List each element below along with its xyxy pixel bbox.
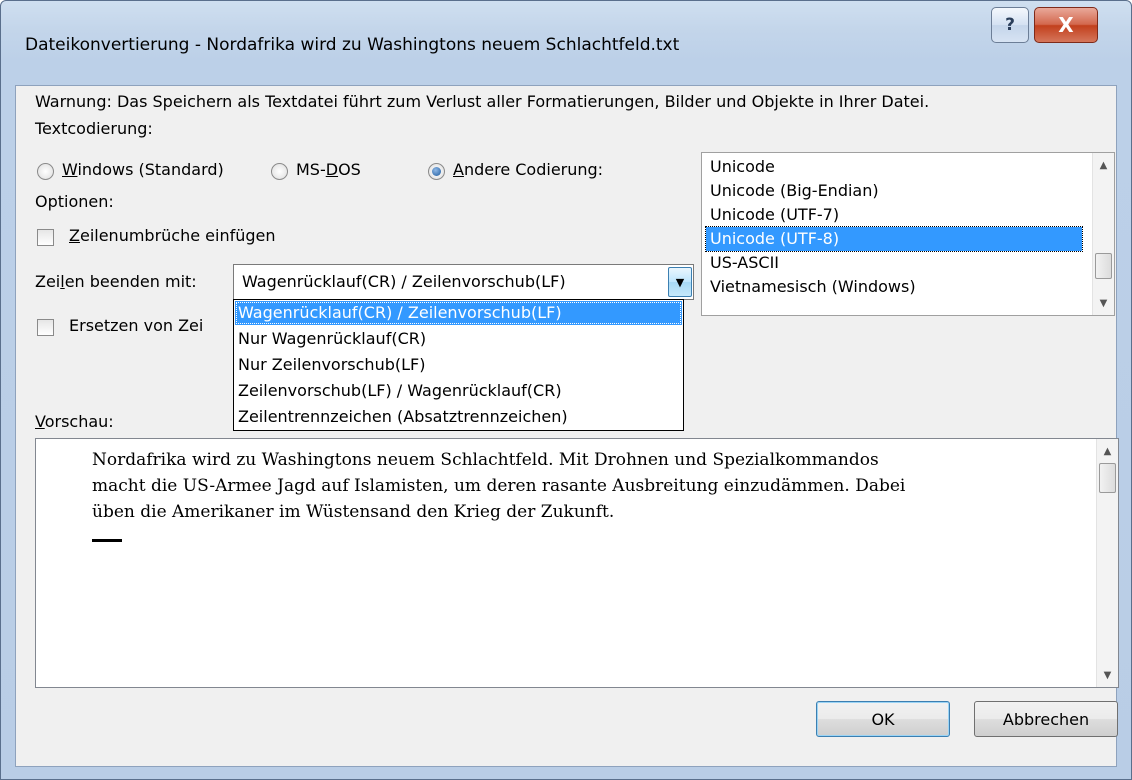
encoding-list-item[interactable]: Vietnamesisch (Windows) [706,275,1082,299]
radio-other-encoding-indicator[interactable] [428,163,445,180]
checkbox-replace-box[interactable] [37,319,54,336]
scroll-up-icon[interactable]: ▲ [1097,441,1118,461]
preview-area[interactable]: Nordafrika wird zu Washingtons neuem Sch… [35,438,1119,688]
checkbox-wrap-lines-label[interactable]: Zeilenumbrüche einfügen [69,226,276,245]
preview-line: macht die US-Armee Jagd auf Islamisten, … [92,476,906,496]
encoding-list-item[interactable]: Unicode (Big-Endian) [706,179,1082,203]
radio-msdos-label[interactable]: MS-DOS [296,160,361,179]
encoding-list-item[interactable]: Unicode (UTF-7) [706,203,1082,227]
radio-msdos-indicator[interactable] [271,163,288,180]
checkbox-replace-label[interactable]: Ersetzen von Zei [69,316,203,335]
text-cursor-mark [92,539,122,542]
encoding-listbox[interactable]: Unicode Unicode (Big-Endian) Unicode (UTF-… [701,152,1115,316]
preview-line: üben die Amerikaner im Wüstensand den Kr… [92,502,615,522]
cancel-button[interactable]: Abbrechen [974,701,1118,737]
encoding-list-item[interactable]: Unicode [706,155,1082,179]
close-button[interactable]: X [1034,7,1098,43]
preview-label: Vorschau: [35,412,114,431]
line-end-option[interactable]: Zeilentrennzeichen (Absatztrennzeichen) [235,405,682,429]
preview-line: Nordafrika wird zu Washingtons neuem Sch… [92,450,879,470]
line-end-option[interactable]: Nur Wagenrücklauf(CR) [235,327,682,351]
help-button[interactable]: ? [991,7,1029,43]
encoding-label: Textcodierung: [35,119,153,138]
help-icon: ? [1005,15,1015,35]
scroll-down-icon[interactable]: ▼ [1097,665,1118,685]
encoding-list-item[interactable]: Unicode (UTF-8) [705,226,1083,252]
line-end-option[interactable]: Wagenrücklauf(CR) / Zeilenvorschub(LF) [235,301,682,325]
line-end-dropdown[interactable]: Wagenrücklauf(CR) / Zeilenvorschub(LF) Nu… [233,299,684,431]
line-end-option[interactable]: Nur Zeilenvorschub(LF) [235,353,682,377]
line-end-combobox[interactable]: Wagenrücklauf(CR) / Zeilenvorschub(LF) ▼ [233,264,694,300]
encoding-scroll-thumb[interactable] [1095,253,1112,280]
encoding-list-item[interactable]: US-ASCII [706,251,1082,275]
close-icon: X [1058,13,1074,37]
line-end-label: Zeilen beenden mit: [35,272,197,291]
chevron-down-icon[interactable]: ▼ [668,267,692,297]
checkbox-wrap-lines-box[interactable] [37,229,54,246]
line-end-value: Wagenrücklauf(CR) / Zeilenvorschub(LF) [242,272,566,291]
radio-other-encoding-label[interactable]: Andere Codierung: [453,160,603,179]
radio-windows-indicator[interactable] [37,163,54,180]
dialog-body: Warnung: Das Speichern als Textdatei füh… [15,85,1119,767]
title-bar[interactable]: Dateikonvertierung - Nordafrika wird zu … [1,1,1131,85]
file-conversion-dialog: Dateikonvertierung - Nordafrika wird zu … [0,0,1132,780]
scroll-up-icon[interactable]: ▲ [1093,155,1114,175]
ok-button[interactable]: OK [816,701,950,737]
scroll-down-icon[interactable]: ▼ [1093,293,1114,313]
encoding-scrollbar[interactable]: ▲ ▼ [1092,153,1114,315]
preview-scrollbar[interactable]: ▲ ▼ [1096,439,1118,687]
warning-text: Warnung: Das Speichern als Textdatei füh… [35,92,930,111]
line-end-option[interactable]: Zeilenvorschub(LF) / Wagenrücklauf(CR) [235,379,682,403]
preview-scroll-thumb[interactable] [1099,463,1116,493]
options-label: Optionen: [35,192,114,211]
window-title: Dateikonvertierung - Nordafrika wird zu … [25,35,680,55]
radio-windows-label[interactable]: Windows (Standard) [62,160,224,179]
preview-text: Nordafrika wird zu Washingtons neuem Sch… [92,447,1052,525]
